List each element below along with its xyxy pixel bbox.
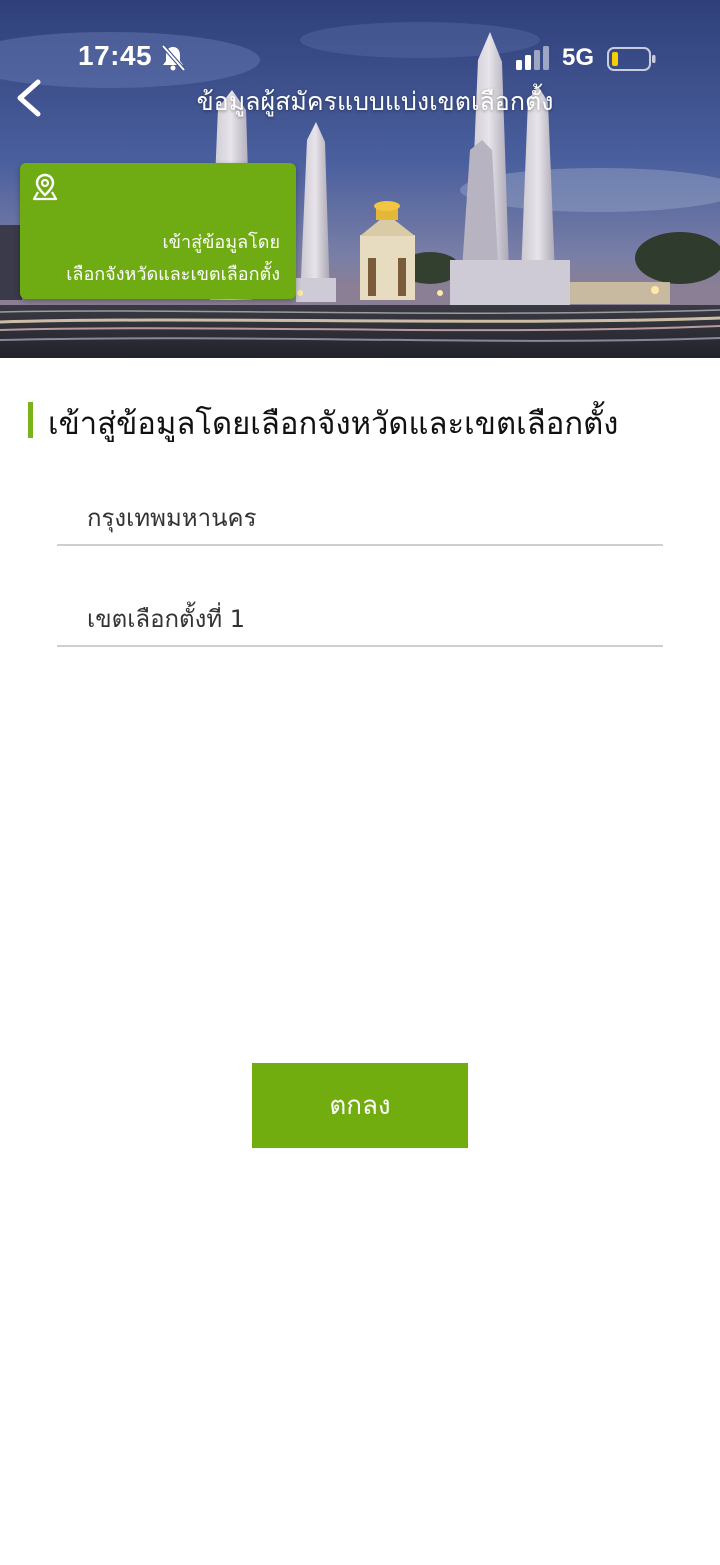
select-province-district-card[interactable]: เข้าสู่ข้อมูลโดย เลือกจังหวัดและเขตเลือก… — [20, 163, 296, 299]
section-title: เข้าสู่ข้อมูลโดยเลือกจังหวัดและเขตเลือกต… — [48, 406, 619, 442]
district-select[interactable]: เขตเลือกตั้งที่ 1 — [57, 587, 663, 647]
card-label-line1: เข้าสู่ข้อมูลโดย — [162, 232, 280, 253]
network-type: 5G — [562, 44, 595, 71]
confirm-button[interactable]: ตกลง — [252, 1063, 468, 1148]
bell-muted-icon — [161, 44, 186, 72]
province-select[interactable]: กรุงเทพมหานคร — [57, 486, 663, 546]
chevron-left-icon — [17, 79, 41, 117]
section-accent-bar — [28, 402, 33, 438]
status-time: 17:45 — [78, 40, 153, 71]
signal-icon — [516, 46, 549, 70]
card-label-line2: เลือกจังหวัดและเขตเลือกตั้ง — [66, 264, 280, 285]
province-value: กรุงเทพมหานคร — [87, 504, 257, 532]
page-title: ข้อมูลผู้สมัครแบบแบ่งเขตเลือกตั้ง — [196, 87, 554, 116]
map-pin-icon — [32, 173, 58, 201]
back-button[interactable] — [10, 74, 54, 122]
hero-banner: 17:45 5G ข้อมูลผู้สมัครแบบแบ่งเขตเลือกตั… — [0, 0, 720, 358]
district-value: เขตเลือกตั้งที่ 1 — [87, 605, 246, 633]
battery-icon — [607, 47, 656, 71]
